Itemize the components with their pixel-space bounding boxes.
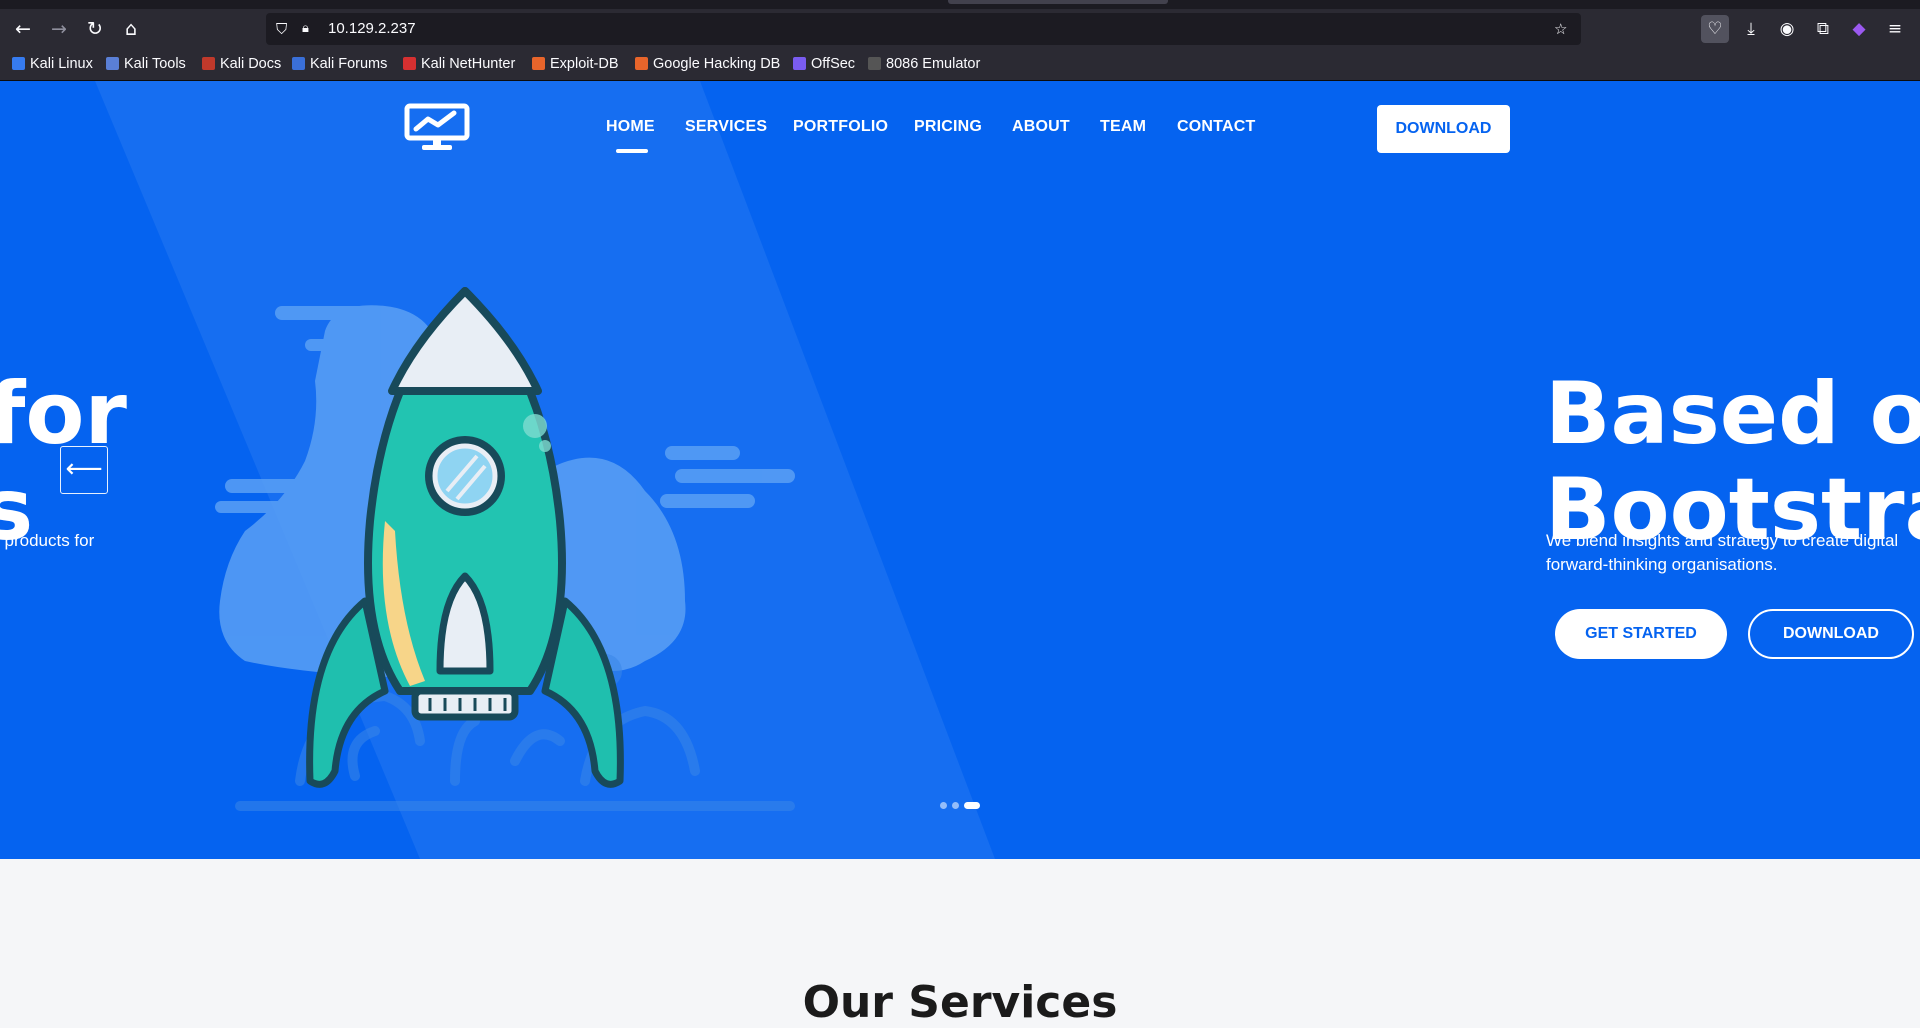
bookmark-offsec[interactable]: OffSec xyxy=(793,54,855,74)
nav-team[interactable]: TEAM xyxy=(1100,116,1146,138)
kali-tools-icon xyxy=(106,57,119,70)
kali-forums-icon xyxy=(292,57,305,70)
bookmark-kali-linux[interactable]: Kali Linux xyxy=(12,54,93,74)
8086-emulator-icon xyxy=(868,57,881,70)
lock-icon[interactable]: 🔒︎ xyxy=(302,13,309,45)
prev-slide-text: l products for xyxy=(0,531,95,550)
services-section-title: Our Services xyxy=(802,977,1118,1028)
back-icon[interactable]: ← xyxy=(9,15,37,43)
slide-text-line1: We blend insights and strategy to create… xyxy=(1546,531,1899,550)
nav-services[interactable]: SERVICES xyxy=(685,116,767,138)
bookmark-google-hacking-db[interactable]: Google Hacking DB xyxy=(635,54,780,74)
carousel-dot[interactable] xyxy=(940,802,947,809)
slide-download-button[interactable]: DOWNLOAD xyxy=(1748,609,1914,659)
hero-section: HOME SERVICES PORTFOLIO PRICING ABOUT TE… xyxy=(0,81,1920,859)
bookmark-exploit-db[interactable]: Exploit-DB xyxy=(532,54,619,74)
rocket-illustration-icon xyxy=(215,287,795,811)
get-started-button[interactable]: GET STARTED xyxy=(1555,609,1727,659)
nav-home[interactable]: HOME xyxy=(606,116,655,138)
account-icon[interactable]: ◉ xyxy=(1773,15,1801,43)
url-bar[interactable]: ⛉ 🔒︎ 10.129.2.237 ☆ xyxy=(266,13,1581,45)
extension-cube-icon[interactable]: ◆ xyxy=(1845,15,1873,43)
bookmarks-toolbar: Kali Linux Kali Tools Kali Docs Kali For… xyxy=(0,49,1920,81)
home-icon[interactable]: ⌂ xyxy=(117,15,145,43)
pocket-icon[interactable]: ♡ xyxy=(1701,15,1729,43)
google-hacking-db-icon xyxy=(635,57,648,70)
nav-about[interactable]: ABOUT xyxy=(1012,116,1070,138)
carousel-dot[interactable] xyxy=(952,802,959,809)
downloads-icon[interactable]: ⤓ xyxy=(1737,15,1765,43)
browser-toolbar: ← → ↻ ⌂ ⛉ 🔒︎ 10.129.2.237 ☆ ♡ ⤓ ◉ ⧉ ◆ ≡ xyxy=(0,9,1920,49)
menu-icon[interactable]: ≡ xyxy=(1881,15,1909,43)
bookmark-star-icon[interactable]: ☆ xyxy=(1554,13,1567,45)
nav-portfolio[interactable]: PORTFOLIO xyxy=(793,116,888,138)
carousel-prev-arrow-icon[interactable]: ⟵ xyxy=(60,446,108,494)
slide-text-line2: forward-thinking organisations. xyxy=(1546,555,1778,574)
header-download-button[interactable]: DOWNLOAD xyxy=(1377,105,1510,153)
bookmark-kali-docs[interactable]: Kali Docs xyxy=(202,54,281,74)
kali-nethunter-icon xyxy=(403,57,416,70)
bookmark-kali-nethunter[interactable]: Kali NetHunter xyxy=(403,54,515,74)
exploit-db-icon xyxy=(532,57,545,70)
url-text[interactable]: 10.129.2.237 xyxy=(328,13,416,45)
extensions-icon[interactable]: ⧉ xyxy=(1809,15,1837,43)
nav-pricing[interactable]: PRICING xyxy=(914,116,982,138)
bookmark-kali-tools[interactable]: Kali Tools xyxy=(106,54,186,74)
carousel-dot-active[interactable] xyxy=(964,802,980,809)
site-logo-monitor-icon[interactable] xyxy=(404,103,470,153)
kali-docs-icon xyxy=(202,57,215,70)
forward-icon[interactable]: → xyxy=(45,15,73,43)
offsec-icon xyxy=(793,57,806,70)
kali-linux-icon xyxy=(12,57,25,70)
bookmark-8086-emulator[interactable]: 8086 Emulator xyxy=(868,54,980,74)
bookmark-kali-forums[interactable]: Kali Forums xyxy=(292,54,387,74)
active-tab-indicator[interactable] xyxy=(948,0,1168,4)
tab-strip xyxy=(0,0,1920,9)
shield-icon[interactable]: ⛉ xyxy=(276,13,287,45)
nav-active-indicator xyxy=(616,149,648,153)
nav-contact[interactable]: CONTACT xyxy=(1177,116,1255,138)
slide-heading-line1: Based on xyxy=(1545,364,1920,464)
reload-icon[interactable]: ↻ xyxy=(81,15,109,43)
